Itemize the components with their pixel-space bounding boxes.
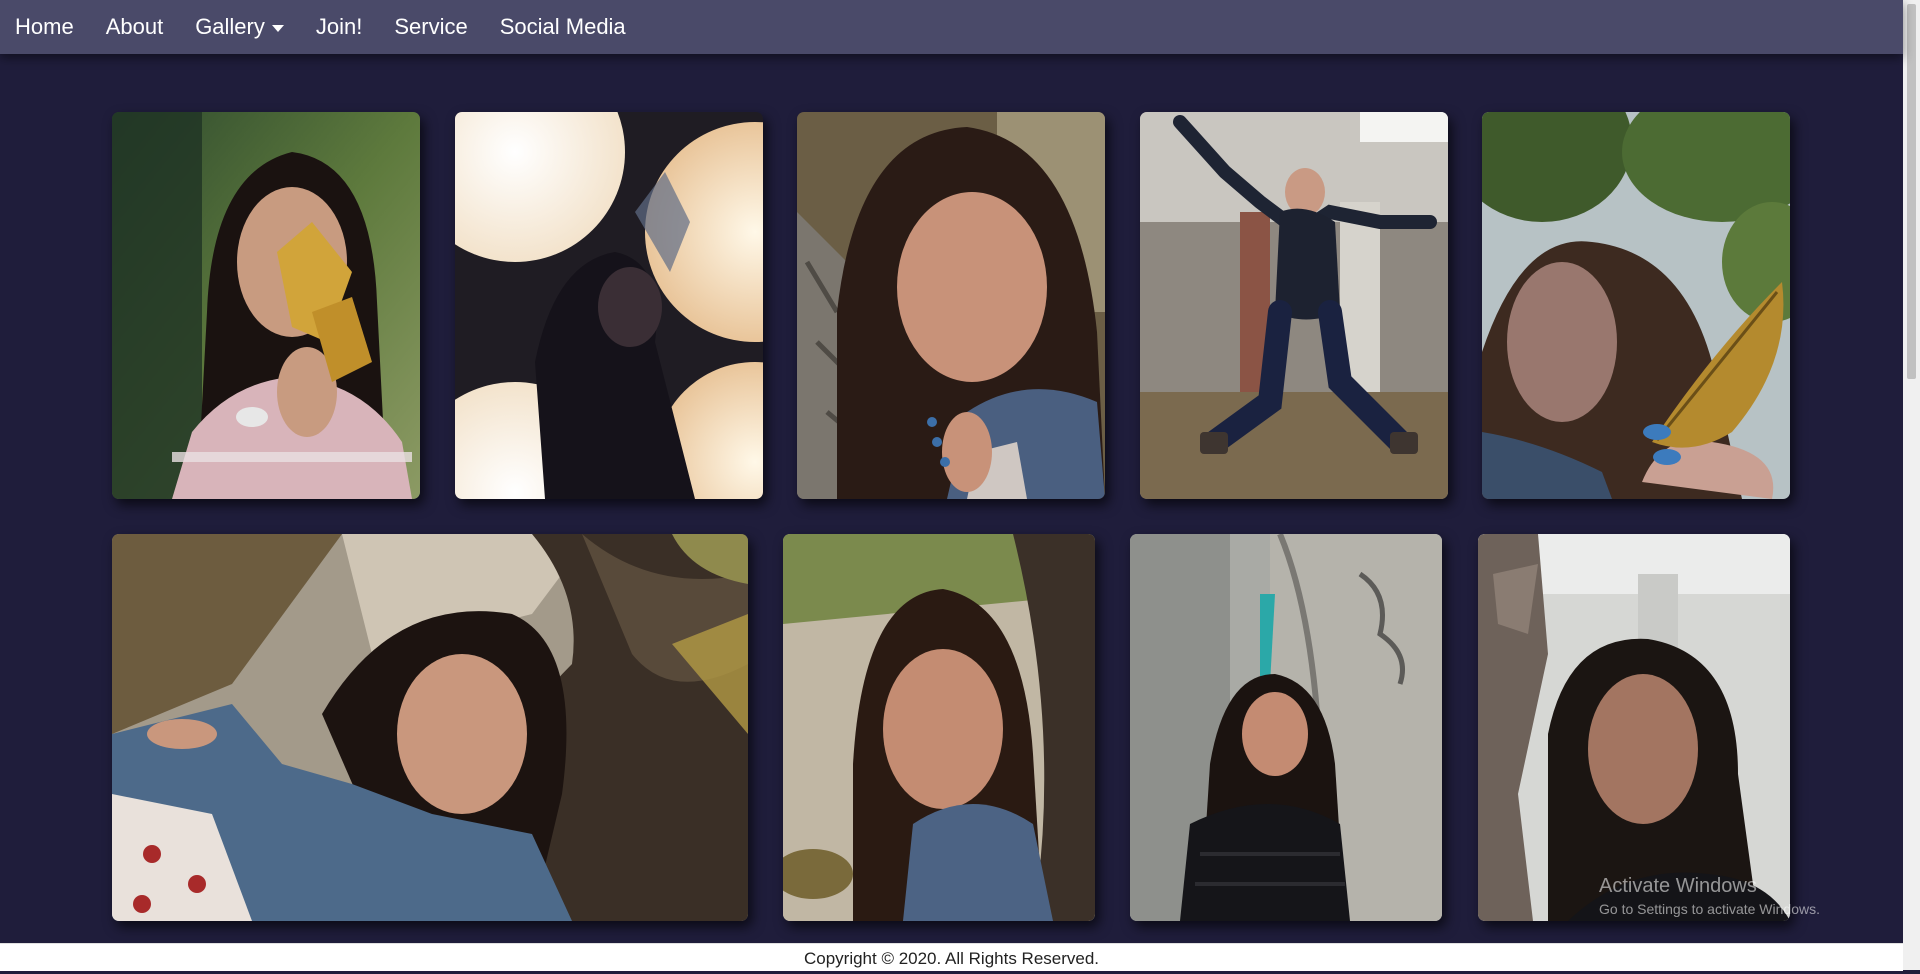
gallery-photo-9[interactable]: [1478, 534, 1790, 921]
nav-about-label: About: [105, 14, 164, 39]
photo-1-image: [112, 112, 420, 499]
nav-link-social-media[interactable]: Social Media: [484, 0, 642, 54]
photo-5-image: [1482, 112, 1790, 499]
top-navbar: Home About Gallery Join! Service Social …: [0, 0, 1903, 54]
gallery-photo-4[interactable]: [1140, 112, 1448, 499]
photo-4-image: [1140, 112, 1448, 499]
gallery-photo-5[interactable]: [1482, 112, 1790, 499]
nav-link-about[interactable]: About: [90, 0, 180, 54]
gallery-photo-3[interactable]: [797, 112, 1105, 499]
scrollbar-thumb[interactable]: [1907, 4, 1916, 379]
page-footer: Copyright © 2020. All Rights Reserved.: [0, 943, 1903, 971]
gallery-photo-7[interactable]: [783, 534, 1095, 921]
nav-join-label: Join!: [315, 14, 363, 39]
photo-8-image: [1130, 534, 1442, 921]
nav-link-join[interactable]: Join!: [300, 0, 378, 54]
nav-gallery-label: Gallery: [195, 14, 265, 39]
windows-activation-watermark: Activate Windows Go to Settings to activ…: [1599, 873, 1820, 919]
gallery-photo-8[interactable]: [1130, 534, 1442, 921]
watermark-title: Activate Windows: [1599, 875, 1757, 897]
photo-9-image: [1478, 534, 1790, 921]
photo-7-image: [783, 534, 1095, 921]
caret-down-icon: [271, 24, 284, 32]
copyright-text: Copyright © 2020. All Rights Reserved.: [803, 949, 1100, 968]
nav-dropdown-gallery[interactable]: Gallery: [179, 0, 300, 54]
nav-service-label: Service: [394, 14, 468, 39]
photo-6-image: [112, 534, 748, 921]
gallery-photo-1[interactable]: [112, 112, 420, 499]
photo-3-image: [797, 112, 1105, 499]
gallery-photo-2[interactable]: [455, 112, 763, 499]
nav-home-label: Home: [15, 14, 74, 39]
vertical-scrollbar[interactable]: [1903, 0, 1920, 970]
watermark-subtitle: Go to Settings to activate Windows.: [1599, 901, 1820, 917]
nav-link-service[interactable]: Service: [378, 0, 483, 54]
nav-social-media-label: Social Media: [499, 14, 626, 39]
nav-link-home[interactable]: Home: [0, 0, 90, 54]
photo-2-image: [455, 112, 763, 499]
gallery-photo-6[interactable]: [112, 534, 748, 921]
